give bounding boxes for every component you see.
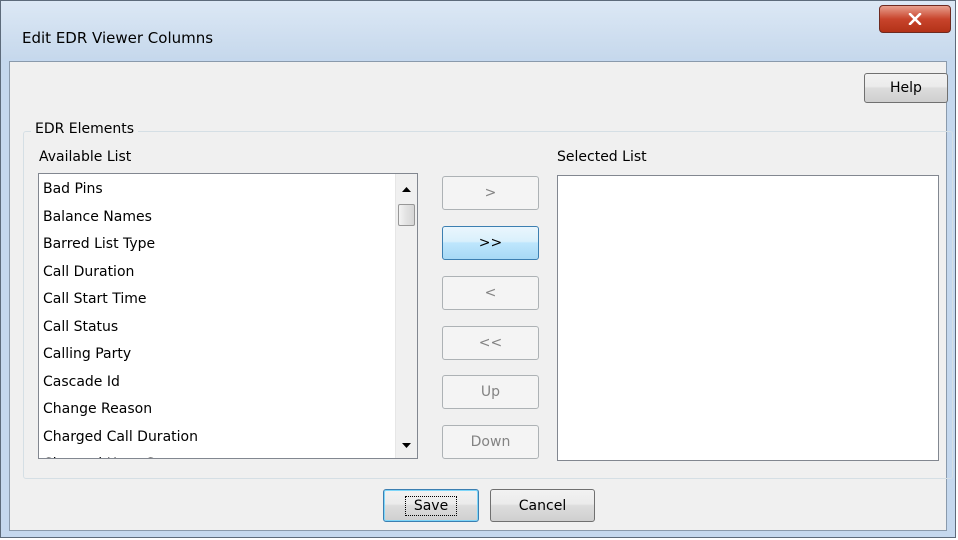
help-button-label: Help [890,80,922,96]
cancel-button-label: Cancel [518,497,567,514]
save-button-label: Save [404,495,458,516]
available-list-label: Available List [39,149,132,165]
remove-all-button-label: << [478,335,503,351]
available-list-item[interactable]: Barred List Type [43,235,155,253]
scroll-up-arrow[interactable] [396,180,417,198]
remove-button-label: < [484,285,497,301]
dialog-window: Edit EDR Viewer Columns Help EDR Element… [0,0,956,538]
move-down-button[interactable]: Down [442,425,539,459]
title-bar[interactable]: Edit EDR Viewer Columns [1,1,955,59]
available-list-item[interactable]: Charged Call Duration [43,428,198,446]
window-title: Edit EDR Viewer Columns [22,29,214,47]
add-button[interactable]: > [442,176,539,210]
edr-elements-group-label: EDR Elements [31,121,139,137]
chevron-up-icon [402,186,411,192]
available-list-item[interactable]: Call Start Time [43,290,147,308]
move-up-button-label: Up [480,384,501,400]
move-down-button-label: Down [470,434,511,450]
cancel-button[interactable]: Cancel [490,489,595,522]
available-list-item[interactable]: Balance Names [43,208,152,226]
save-button[interactable]: Save [383,489,479,522]
remove-all-button[interactable]: << [442,326,539,360]
selected-list-label: Selected List [557,149,647,165]
selected-list[interactable] [557,175,939,461]
available-list-item[interactable]: Charged Hour Group [43,455,187,458]
close-icon [908,13,922,25]
add-button-label: > [484,185,497,201]
add-all-button[interactable]: >> [442,226,539,260]
available-list-item[interactable]: Call Duration [43,263,134,281]
remove-button[interactable]: < [442,276,539,310]
available-list-item[interactable]: Cascade Id [43,373,120,391]
help-button[interactable]: Help [864,73,948,103]
close-button[interactable] [879,5,951,33]
available-list-scrollbar[interactable] [395,174,417,458]
move-up-button[interactable]: Up [442,375,539,409]
available-list-item[interactable]: Calling Party [43,345,131,363]
available-list[interactable]: Bad Pins Balance Names Barred List Type Cal… [38,173,418,459]
scroll-thumb[interactable] [398,204,415,226]
add-all-button-label: >> [478,235,503,251]
chevron-down-icon [402,442,411,448]
scroll-down-arrow[interactable] [396,436,417,454]
available-list-item[interactable]: Call Status [43,318,118,336]
available-list-item[interactable]: Bad Pins [43,180,103,198]
available-list-item[interactable]: Change Reason [43,400,152,418]
